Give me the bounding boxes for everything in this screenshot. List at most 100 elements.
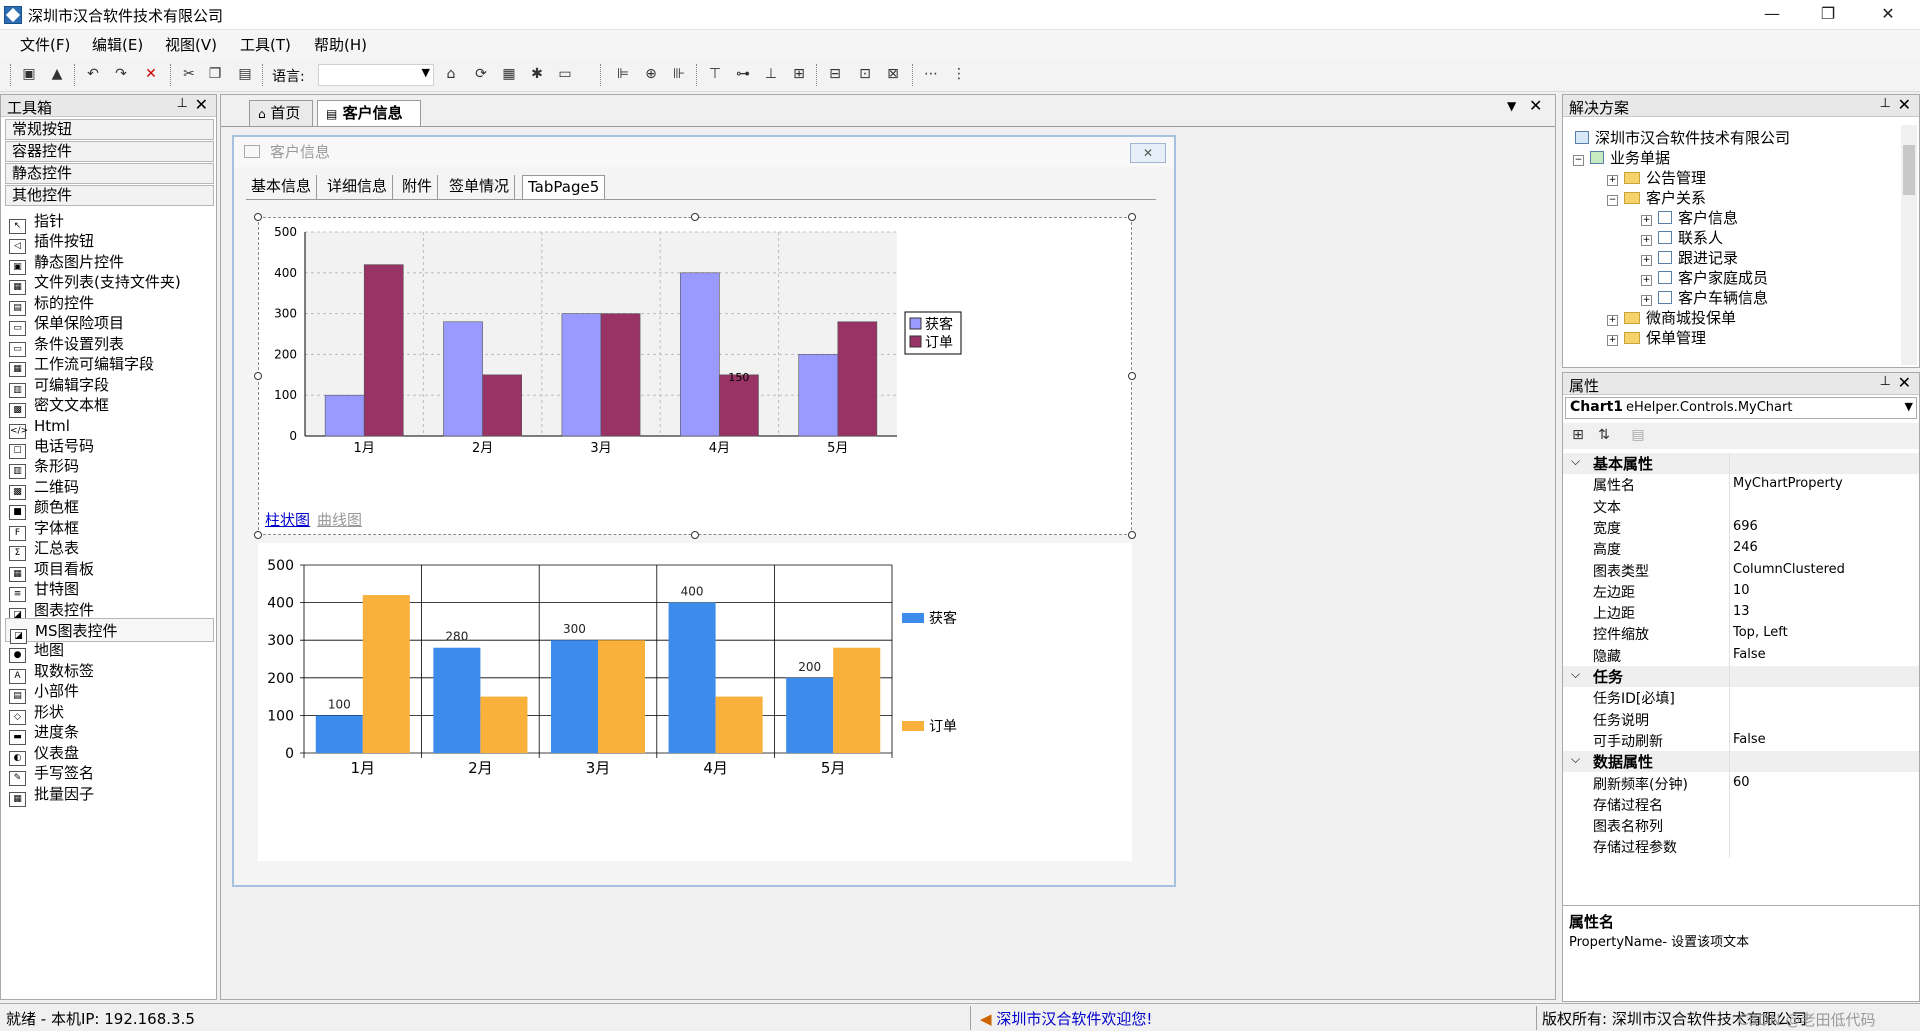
- collapse-chevron-icon[interactable]: ⌵: [1571, 752, 1580, 767]
- property-value[interactable]: Top, Left: [1733, 625, 1788, 640]
- resize-handle[interactable]: [254, 372, 262, 380]
- property-row[interactable]: 高度 246: [1563, 538, 1919, 559]
- scroll-thumb[interactable]: [1903, 145, 1915, 195]
- property-row[interactable]: 任务说明: [1563, 709, 1919, 730]
- property-row[interactable]: 图表名称列: [1563, 815, 1919, 836]
- collapse-icon[interactable]: −: [1573, 155, 1584, 166]
- collapse-chevron-icon[interactable]: ⌵: [1571, 454, 1580, 469]
- property-value[interactable]: 246: [1733, 540, 1758, 555]
- property-category[interactable]: ⌵ 任务: [1563, 666, 1919, 687]
- vertical-spacing-icon[interactable]: ⋮: [950, 65, 968, 83]
- tree-node[interactable]: + 保单管理: [1607, 327, 1706, 348]
- property-row[interactable]: 存储过程名: [1563, 794, 1919, 815]
- tree-node[interactable]: + 客户车辆信息: [1641, 287, 1768, 308]
- tree-node[interactable]: + 跟进记录: [1641, 247, 1738, 268]
- tree-node[interactable]: + 客户家庭成员: [1641, 267, 1768, 288]
- properties-icon[interactable]: ▦: [500, 65, 518, 83]
- close-icon[interactable]: ✕: [1898, 95, 1911, 114]
- lock-icon[interactable]: ▲: [48, 65, 66, 83]
- close-icon[interactable]: ✕: [195, 95, 208, 114]
- resize-handle[interactable]: [1128, 531, 1136, 539]
- property-category[interactable]: ⌵ 基本属性: [1563, 453, 1919, 474]
- menu-file[interactable]: 文件(F): [20, 34, 70, 55]
- align-top-icon[interactable]: ⊤: [706, 65, 724, 83]
- property-value[interactable]: 696: [1733, 519, 1758, 534]
- expand-icon[interactable]: +: [1641, 275, 1652, 286]
- object-selector[interactable]: Chart1 eHelper.Controls.MyChart ▼: [1565, 397, 1917, 419]
- collapse-chevron-icon[interactable]: ⌵: [1571, 667, 1580, 682]
- tree-scrollbar[interactable]: [1901, 125, 1917, 365]
- align-center-icon[interactable]: ⊕: [642, 65, 660, 83]
- property-value[interactable]: ColumnClustered: [1733, 562, 1845, 577]
- toolbox-item[interactable]: ▦ 批量因子: [9, 782, 94, 807]
- property-category[interactable]: ⌵ 数据属性: [1563, 751, 1919, 773]
- tab-page5[interactable]: TabPage5: [522, 175, 606, 199]
- collapse-icon[interactable]: −: [1607, 195, 1618, 206]
- tree-node[interactable]: + 微商城投保单: [1607, 307, 1736, 328]
- close-window-button[interactable]: ✕: [1860, 0, 1916, 30]
- same-width-icon[interactable]: ⊟: [826, 65, 844, 83]
- minimize-button[interactable]: —: [1744, 0, 1800, 30]
- property-value[interactable]: 13: [1733, 604, 1750, 619]
- maximize-button[interactable]: ❐: [1800, 0, 1856, 30]
- pin-icon[interactable]: ⊥: [1880, 374, 1891, 389]
- refresh-icon[interactable]: ⟳: [472, 65, 490, 83]
- window-icon[interactable]: ▭: [556, 65, 574, 83]
- menu-view[interactable]: 视图(V): [165, 34, 217, 55]
- tab-signing[interactable]: 签单情况: [444, 175, 516, 199]
- resize-handle[interactable]: [254, 531, 262, 539]
- home-icon[interactable]: ⌂: [442, 65, 460, 83]
- language-select[interactable]: ▼: [318, 64, 434, 86]
- expand-icon[interactable]: +: [1607, 175, 1618, 186]
- align-left-icon[interactable]: ⊫: [614, 65, 632, 83]
- expand-icon[interactable]: +: [1641, 235, 1652, 246]
- categorized-icon[interactable]: ⊞: [1569, 426, 1587, 444]
- line-chart-link[interactable]: 曲线图: [317, 509, 362, 530]
- align-bottom-icon[interactable]: ⊥: [762, 65, 780, 83]
- tree-node[interactable]: + 公告管理: [1607, 167, 1706, 188]
- property-row[interactable]: 可手动刷新 False: [1563, 730, 1919, 751]
- toolbox-group[interactable]: 其他控件: [5, 185, 214, 206]
- bar-chart-link[interactable]: 柱状图: [265, 509, 310, 530]
- toolbox-group[interactable]: 静态控件: [5, 163, 214, 184]
- pin-icon[interactable]: ⊥: [177, 96, 188, 111]
- tree-node[interactable]: + 联系人: [1641, 227, 1723, 248]
- property-value[interactable]: 10: [1733, 583, 1750, 598]
- property-value[interactable]: False: [1733, 647, 1766, 662]
- property-row[interactable]: 文本: [1563, 496, 1919, 517]
- toolbox-group[interactable]: 常规按钮: [5, 119, 214, 140]
- resize-handle[interactable]: [1128, 372, 1136, 380]
- tab-list-icon[interactable]: ▼: [1507, 99, 1516, 113]
- chart-column[interactable]: 0 100 200 300 400 500 100 1月 280 2月 300 3月 400 4月 200 5…: [258, 543, 1132, 861]
- pin-icon[interactable]: ⊥: [1880, 96, 1891, 111]
- tab-detail-info[interactable]: 详细信息: [322, 175, 394, 199]
- form-close-button[interactable]: ✕: [1130, 143, 1166, 163]
- menu-tools[interactable]: 工具(T): [240, 34, 291, 55]
- chart-ms-column[interactable]: 0 100 200 300 400 500 1月 2月 3月 4月 5月 150 获客 订单 柱状图 曲线…: [258, 217, 1132, 535]
- align-middle-icon[interactable]: ⊶: [734, 65, 752, 83]
- property-pages-icon[interactable]: ▤: [1629, 426, 1647, 444]
- resize-handle[interactable]: [691, 213, 699, 221]
- property-row[interactable]: 宽度 696: [1563, 517, 1919, 538]
- horizontal-spacing-icon[interactable]: ⋯: [922, 65, 940, 83]
- menu-edit[interactable]: 编辑(E): [92, 34, 143, 55]
- resize-handle[interactable]: [691, 531, 699, 539]
- property-value[interactable]: False: [1733, 732, 1766, 747]
- property-row[interactable]: 刷新频率(分钟) 60: [1563, 773, 1919, 794]
- property-row[interactable]: 隐藏 False: [1563, 645, 1919, 666]
- close-doc-icon[interactable]: ✕: [1529, 96, 1542, 115]
- property-row[interactable]: 图表类型 ColumnClustered: [1563, 560, 1919, 581]
- paste-icon[interactable]: ▤: [236, 65, 254, 83]
- cut-icon[interactable]: ✂: [180, 65, 198, 83]
- resize-handle[interactable]: [1128, 213, 1136, 221]
- delete-icon[interactable]: ✕: [142, 65, 160, 83]
- undo-icon[interactable]: ↶: [84, 65, 102, 83]
- save-icon[interactable]: ▣: [20, 65, 38, 83]
- center-icon[interactable]: ⊞: [790, 65, 808, 83]
- redo-icon[interactable]: ↷: [112, 65, 130, 83]
- same-size-icon[interactable]: ⊠: [884, 65, 902, 83]
- expand-icon[interactable]: +: [1641, 295, 1652, 306]
- property-row[interactable]: 存储过程参数: [1563, 836, 1919, 857]
- expand-icon[interactable]: +: [1641, 255, 1652, 266]
- resize-handle[interactable]: [254, 213, 262, 221]
